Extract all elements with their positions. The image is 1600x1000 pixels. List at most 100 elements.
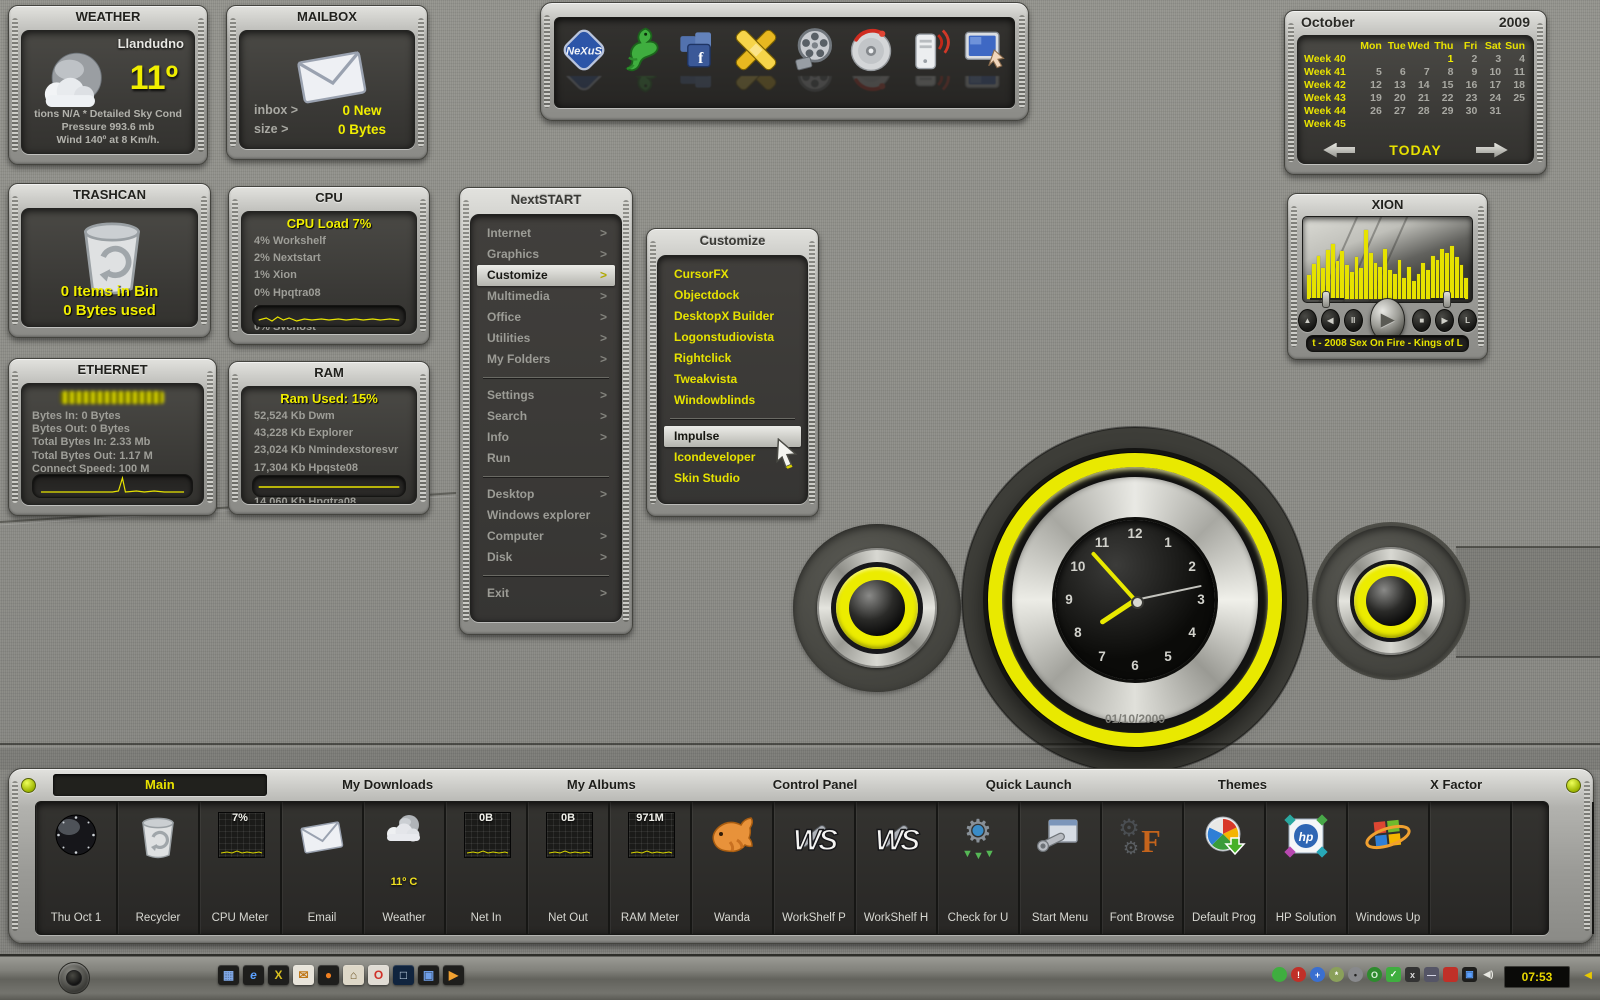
calendar-day-cell[interactable]: 26	[1360, 105, 1384, 118]
customize-item-cursorfx[interactable]: CursorFX	[664, 264, 801, 285]
home-help-icon[interactable]: ⌂	[343, 965, 364, 985]
dock-left-dot[interactable]	[21, 778, 36, 793]
network-tray-icon[interactable]: ▣	[1462, 967, 1477, 982]
calendar-prev-arrow[interactable]	[1323, 142, 1356, 158]
top-dock-item-film-reel[interactable]	[786, 24, 840, 96]
nextstart-item-windows-explorer[interactable]: Windows explorer	[477, 505, 615, 526]
security-shield-icon[interactable]: !	[1291, 967, 1306, 982]
top-dock-item-nexus[interactable]: NeXuS NeXuS	[557, 24, 611, 96]
nextstart-item-desktop[interactable]: Desktop >	[477, 484, 615, 505]
xion-playlist-button[interactable]: L	[1458, 308, 1477, 332]
tools-x-icon[interactable]: X	[268, 965, 289, 985]
calendar-day-cell[interactable]: 11	[1503, 66, 1527, 79]
dock-item-default-prog[interactable]: Default Prog	[1184, 802, 1266, 934]
dock-item-start-menu[interactable]: Start Menu	[1020, 802, 1102, 934]
red-app-icon[interactable]	[1443, 967, 1458, 982]
ethernet-widget[interactable]: ETHERNET Bytes In: 0 Bytes Bytes Out: 0 B…	[8, 358, 217, 516]
star-tray-icon[interactable]: *	[1329, 967, 1344, 982]
dock-item-thu-oct-1[interactable]: Thu Oct 1	[36, 802, 118, 934]
calendar-day-cell[interactable]: 20	[1384, 92, 1408, 105]
calendar-day-cell[interactable]: 7	[1408, 66, 1432, 79]
wrench-tray-icon[interactable]: +	[1310, 967, 1325, 982]
calendar-day-cell[interactable]: 24	[1479, 92, 1503, 105]
calendar-day-cell[interactable]: 18	[1503, 79, 1527, 92]
trashcan-widget[interactable]: TRASHCAN 0 Items in Bin 0 Bytes used	[8, 183, 211, 338]
dock-item-workshelf-h[interactable]: WS WorkShelf H	[856, 802, 938, 934]
calendar-month[interactable]: October	[1301, 14, 1355, 30]
analog-clock[interactable]: 1 2 3 4 5 6 7 8 9 10 11 12 01/10/2009	[983, 448, 1287, 752]
inbox-label[interactable]: inbox >	[254, 103, 322, 118]
calendar-day-cell[interactable]: 19	[1360, 92, 1384, 105]
size-label[interactable]: size >	[254, 122, 322, 137]
top-dock-item-pc-tower[interactable]	[901, 24, 955, 96]
calendar-day-cell[interactable]: 28	[1408, 105, 1432, 118]
dock-item-wanda[interactable]: Wanda	[692, 802, 774, 934]
xion-eject-button[interactable]: ▲	[1298, 308, 1317, 332]
ram-widget[interactable]: RAM Ram Used: 15% 52,524 Kb Dwm 43,228 Kb…	[228, 361, 430, 515]
dock-tab-main[interactable]: Main	[53, 774, 267, 796]
right-speaker-knob[interactable]	[1316, 526, 1466, 676]
taskbar-clock[interactable]: 07:53	[1504, 966, 1570, 988]
firefox-icon[interactable]: ●	[318, 965, 339, 985]
customize-item-rightclick[interactable]: Rightclick	[664, 348, 801, 369]
dock-tab-themes[interactable]: Themes	[1136, 773, 1350, 797]
nextstart-item-my-folders[interactable]: My Folders >	[477, 349, 615, 370]
nextstart-item-info[interactable]: Info >	[477, 427, 615, 448]
top-dock-item-facebook[interactable]: ff	[671, 24, 725, 96]
outlook-icon[interactable]: ✉	[293, 965, 314, 985]
nextstart-item-exit[interactable]: Exit >	[477, 583, 615, 604]
calendar-day-cell[interactable]: 27	[1384, 105, 1408, 118]
top-dock-item-burn-disc[interactable]	[844, 24, 898, 96]
media-player-icon[interactable]: ▶	[443, 965, 464, 985]
dock-item-workshelf-p[interactable]: WS WorkShelf P	[774, 802, 856, 934]
nextstart-item-multimedia[interactable]: Multimedia >	[477, 286, 615, 307]
calendar-day-cell[interactable]: 23	[1455, 92, 1479, 105]
dock-item-email[interactable]: Email	[282, 802, 364, 934]
nextstart-item-run[interactable]: Run	[477, 448, 615, 469]
dock-item-net-in[interactable]: 0B Net In	[446, 802, 528, 934]
gecko-tray-icon[interactable]	[1272, 967, 1287, 982]
nextstart-item-graphics[interactable]: Graphics >	[477, 244, 615, 265]
internet-explorer-icon[interactable]: e	[243, 965, 264, 985]
dock-tab-control-panel[interactable]: Control Panel	[708, 773, 922, 797]
dock-right-dot[interactable]	[1566, 778, 1581, 793]
calendar-day-cell[interactable]: 25	[1503, 92, 1527, 105]
calendar-day-cell[interactable]: 12	[1360, 79, 1384, 92]
cpu-widget[interactable]: CPU CPU Load 7% 4% Workshelf 2% Nextstart…	[228, 186, 430, 345]
calendar-day-cell[interactable]: 8	[1432, 66, 1456, 79]
xion-previous-button[interactable]: ◀	[1320, 308, 1340, 332]
calendar-day-cell[interactable]: 17	[1479, 79, 1503, 92]
nextstart-item-customize[interactable]: Customize >	[477, 265, 615, 286]
calendar-day-cell[interactable]: 1	[1432, 53, 1456, 66]
nextstart-item-disk[interactable]: Disk >	[477, 547, 615, 568]
calendar-day-cell[interactable]: 6	[1384, 66, 1408, 79]
tools-tray-icon[interactable]: x	[1405, 967, 1420, 982]
calendar-day-cell[interactable]: 15	[1432, 79, 1456, 92]
customize-item-tweakvista[interactable]: Tweakvista	[664, 369, 801, 390]
calendar-day-cell[interactable]: 29	[1432, 105, 1456, 118]
top-dock-item-remote-desktop[interactable]	[958, 24, 1012, 96]
opera-icon[interactable]: O	[368, 965, 389, 985]
show-desktop-icon[interactable]: ▦	[218, 965, 239, 985]
folders-icon[interactable]: ▣	[418, 965, 439, 985]
dock-item-check-for-u[interactable]: ⚙▼▼▼ Check for U	[938, 802, 1020, 934]
customize-item-logonstudiovista[interactable]: Logonstudiovista	[664, 327, 801, 348]
dock-item-ram-meter[interactable]: 971M RAM Meter	[610, 802, 692, 934]
xion-stop-button[interactable]: ■	[1412, 308, 1432, 332]
customize-item-skin-studio[interactable]: Skin Studio	[664, 468, 801, 489]
dock-tab-quick-launch[interactable]: Quick Launch	[922, 773, 1136, 797]
calendar-day-cell[interactable]: 21	[1408, 92, 1432, 105]
top-dock-item-xion-x[interactable]	[729, 24, 783, 96]
xion-pause-button[interactable]: II	[1343, 308, 1363, 332]
calendar-widget[interactable]: October 2009 Mon Tue Wed Thu Fri Sat Sun Week 4…	[1284, 10, 1547, 175]
weather-widget[interactable]: WEATHER Llandudno 11º tions N/A * Detail…	[8, 5, 208, 165]
dock-item-hp-solution[interactable]: hp HP Solution	[1266, 802, 1348, 934]
xion-volume-slider[interactable]	[1310, 291, 1344, 308]
calendar-next-arrow[interactable]	[1475, 142, 1508, 158]
calendar-day-cell[interactable]: 13	[1384, 79, 1408, 92]
dock-item-windows-up[interactable]: Windows Up	[1348, 802, 1430, 934]
nextstart-item-search[interactable]: Search >	[477, 406, 615, 427]
calendar-day-cell[interactable]: 31	[1479, 105, 1503, 118]
calendar-day-cell[interactable]: 16	[1455, 79, 1479, 92]
nextstart-item-utilities[interactable]: Utilities >	[477, 328, 615, 349]
